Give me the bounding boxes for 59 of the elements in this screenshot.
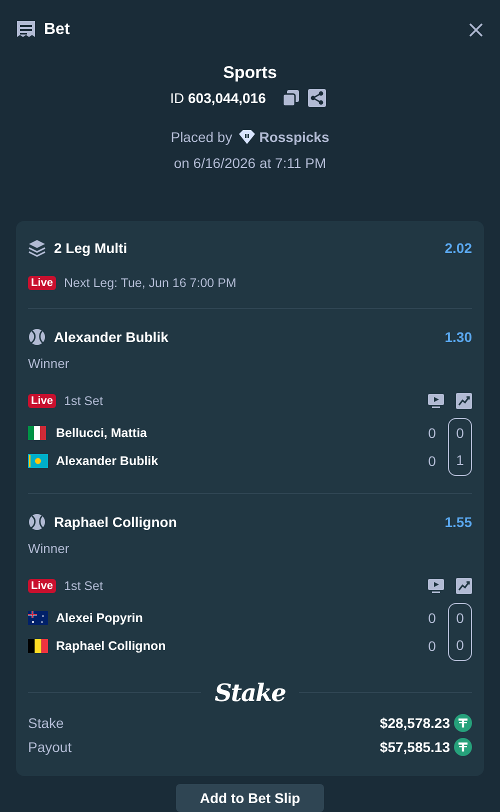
live-badge: Live xyxy=(28,579,56,593)
tv-icon[interactable] xyxy=(428,393,444,409)
player-name: Bellucci, Mattia xyxy=(56,426,147,440)
set-score: 0 xyxy=(455,636,465,654)
set-score: 0 xyxy=(455,608,465,628)
close-button[interactable] xyxy=(468,22,484,38)
placed-date: on 6/16/2026 at 7:11 PM xyxy=(174,155,326,171)
player-name: Alexei Popyrin xyxy=(56,611,143,625)
game-score: 0 xyxy=(427,452,437,471)
game-score: 0 xyxy=(427,637,437,656)
placed-by-label: Placed by xyxy=(170,129,232,145)
coin-icon xyxy=(454,714,472,732)
copy-button[interactable] xyxy=(282,89,300,107)
close-icon xyxy=(468,22,484,38)
tv-icon[interactable] xyxy=(428,578,444,594)
selection-odds: 1.55 xyxy=(444,514,472,530)
flag-icon xyxy=(28,426,48,440)
flag-icon xyxy=(28,639,48,653)
chart-icon[interactable] xyxy=(456,393,472,409)
flag-icon xyxy=(28,611,48,625)
game-score: 0 xyxy=(427,609,437,628)
bet-id: ID 603,044,016 xyxy=(170,90,266,106)
selection-name: Raphael Collignon xyxy=(54,514,178,530)
bet-category: Sports xyxy=(223,63,277,83)
match-period: 1st Set xyxy=(64,579,104,593)
live-badge: Live xyxy=(28,394,56,408)
copy-icon xyxy=(282,89,300,107)
share-button[interactable] xyxy=(308,89,326,107)
username-link[interactable]: Rosspicks xyxy=(259,129,330,145)
receipt-icon xyxy=(16,20,36,40)
selection-name: Alexander Bublik xyxy=(54,329,170,345)
share-icon xyxy=(308,89,326,107)
next-leg-time: Next Leg: Tue, Jun 16 7:00 PM xyxy=(64,276,238,290)
live-badge: Live xyxy=(28,276,56,290)
set-score: 0 xyxy=(455,424,465,442)
layers-icon xyxy=(28,239,46,257)
dialog-title: Bet xyxy=(44,21,71,39)
add-to-bet-slip-button[interactable]: Add to Bet Slip xyxy=(176,784,324,812)
set-score: 1 xyxy=(455,450,465,470)
amount-value: $57,585.13 xyxy=(380,739,450,755)
player-name: Alexander Bublik xyxy=(56,454,158,468)
market-name: Winner xyxy=(28,541,70,556)
flag-icon xyxy=(28,454,48,468)
total-odds: 2.02 xyxy=(444,240,472,256)
match-period: 1st Set xyxy=(64,394,104,408)
bet-type: 2 Leg Multi xyxy=(54,240,128,256)
tennis-ball-icon xyxy=(28,513,46,531)
market-name: Winner xyxy=(28,356,70,371)
diamond-icon xyxy=(238,129,256,145)
game-score: 0 xyxy=(427,424,437,443)
coin-icon xyxy=(454,738,472,756)
tennis-ball-icon xyxy=(28,328,46,346)
chart-icon[interactable] xyxy=(456,578,472,594)
selection-odds: 1.30 xyxy=(444,329,472,345)
amount-value: $28,578.23 xyxy=(380,715,450,731)
total-label: Payout xyxy=(28,739,72,755)
total-label: Stake xyxy=(28,715,64,731)
player-name: Raphael Collignon xyxy=(56,639,166,653)
brand-logo: Stake xyxy=(214,678,286,707)
